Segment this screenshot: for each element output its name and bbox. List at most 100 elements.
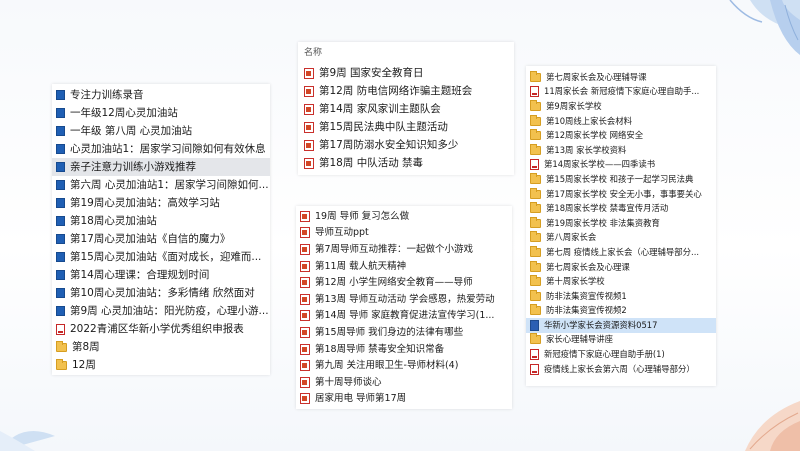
list-item-selected[interactable]: 华新小学家长会资源资料0517 <box>526 318 716 333</box>
item-label: 第14周心理课：合理规划时间 <box>70 268 210 281</box>
list-item[interactable]: 第18周心灵加油站 <box>52 212 270 230</box>
list-item[interactable]: 第7周导师互动推荐：一起做个小游戏 <box>296 241 512 258</box>
folder-icon <box>530 231 541 243</box>
item-label: 第七周 疫情线上家长会（心理辅导部分... <box>546 246 700 257</box>
list-item[interactable]: 防非法集资宣传视频1 <box>526 289 716 304</box>
item-label: 心灵加油站1：居家学习间隙如何有效休息 <box>70 142 266 155</box>
list-item[interactable]: 第10周心灵加油站：多彩情绪 欣然面对 <box>52 284 270 302</box>
folder-icon <box>530 99 541 111</box>
folder-icon <box>56 144 65 154</box>
list-item[interactable]: 第17周家长学校 安全无小事，事事要关心 <box>526 187 716 202</box>
word-file-icon <box>530 319 539 331</box>
item-label: 第8周 <box>72 340 100 353</box>
list-item[interactable]: 第12周 防电信网络诈骗主题班会 <box>298 82 514 100</box>
folder-icon <box>56 126 65 136</box>
item-label: 11周家长会 新冠疫情下家庭心理自助手... <box>544 86 700 97</box>
item-label: 防非法集资宣传视频1 <box>546 290 627 301</box>
list-item[interactable]: 第15周导师 我们身边的法律有哪些 <box>296 324 512 341</box>
list-item[interactable]: 第七周家长会及心理辅导课 <box>526 70 716 85</box>
list-item[interactable]: 第14周家长学校——四季读书 <box>526 158 716 173</box>
list-item[interactable]: 第八周家长会 <box>526 231 716 246</box>
list-item[interactable]: 第七周家长会及心理课 <box>526 260 716 275</box>
list-item[interactable]: 第12周 小学生网络安全教育——导师 <box>296 274 512 291</box>
pdf-file-icon <box>530 159 539 171</box>
ppt-file-icon <box>300 360 310 372</box>
list-item[interactable]: 第15周家长学校 和孩子一起学习民法典 <box>526 172 716 187</box>
ppt-file-icon <box>300 227 310 239</box>
list-item[interactable]: 第17周心灵加油站《自信的魔力》 <box>52 230 270 248</box>
leaf-decoration-bottom-left <box>0 431 55 451</box>
folder-icon <box>530 143 541 155</box>
list-item[interactable]: 新冠疫情下家庭心理自助手册(1) <box>526 347 716 362</box>
list-item[interactable]: 第8周 <box>52 338 270 356</box>
item-label: 第七周家长会及心理辅导课 <box>546 71 647 82</box>
folder-icon <box>530 114 541 126</box>
item-label: 专注力训练录音 <box>70 88 144 101</box>
list-item[interactable]: 第19周心灵加油站：高效学习站 <box>52 194 270 212</box>
list-item[interactable]: 第18周 中队活动 禁毒 <box>298 154 514 172</box>
list-item[interactable]: 居家用电 导师第17周 <box>296 391 512 408</box>
folder-icon <box>56 288 65 298</box>
folder-icon <box>530 333 541 345</box>
list-item[interactable]: 2022青浦区华新小学优秀组织申报表 <box>52 320 270 338</box>
list-item[interactable]: 第14周 家风家训主题队会 <box>298 100 514 118</box>
item-label: 第9周 国家安全教育日 <box>319 66 424 79</box>
list-item[interactable]: 第15周民法典中队主题活动 <box>298 118 514 136</box>
item-label: 华新小学家长会资源资料0517 <box>544 319 658 330</box>
list-item[interactable]: 第10周线上家长会材料 <box>526 114 716 129</box>
list-item[interactable]: 12周 <box>52 356 270 374</box>
list-item[interactable]: 第12周家长学校 网络安全 <box>526 128 716 143</box>
item-label: 第15周导师 我们身边的法律有哪些 <box>315 326 464 338</box>
ppt-file-icon <box>300 243 310 255</box>
list-item[interactable]: 第七周 疫情线上家长会（心理辅导部分... <box>526 245 716 260</box>
ppt-file-icon <box>300 326 310 338</box>
folder-icon <box>530 70 541 82</box>
pdf-file-icon <box>56 323 65 335</box>
list-item[interactable]: 第14周 导师 家庭教育促进法宣传学习(1... <box>296 308 512 325</box>
column-header-name[interactable]: 名称 <box>298 42 514 64</box>
list-item[interactable]: 专注力训练录音 <box>52 86 270 104</box>
list-item[interactable]: 防非法集资宣传视频2 <box>526 304 716 319</box>
list-item[interactable]: 第15周心灵加油站《面对成长，迎难而... <box>52 248 270 266</box>
list-item[interactable]: 第11周 载人航天精神 <box>296 258 512 275</box>
item-label: 第九周 关注用眼卫生-导师材料(4) <box>315 360 459 372</box>
item-label: 12周 <box>72 358 96 371</box>
file-list-middle-top: 名称 第9周 国家安全教育日 第12周 防电信网络诈骗主题班会 第14周 家风家… <box>298 42 514 175</box>
item-label: 居家用电 导师第17周 <box>315 393 407 405</box>
list-item[interactable]: 第13周 导师互动活动 学会感恩，热爱劳动 <box>296 291 512 308</box>
file-list-right: 第七周家长会及心理辅导课 11周家长会 新冠疫情下家庭心理自助手... 第9周家… <box>526 66 716 386</box>
list-item[interactable]: 19周 导师 复习怎么做 <box>296 208 512 225</box>
folder-icon <box>56 340 67 352</box>
folder-icon <box>56 180 65 190</box>
item-label: 19周 导师 复习怎么做 <box>315 210 410 222</box>
list-item[interactable]: 心灵加油站1：居家学习间隙如何有效休息 <box>52 140 270 158</box>
list-item[interactable]: 第18周家长学校 禁毒宣传月活动 <box>526 201 716 216</box>
list-item[interactable]: 第十周导师谈心 <box>296 374 512 391</box>
list-item[interactable]: 一年级 第八周 心灵加油站 <box>52 122 270 140</box>
item-label: 第18周导师 禁毒安全知识常备 <box>315 343 445 355</box>
list-item[interactable]: 第19周家长学校 非法集资教育 <box>526 216 716 231</box>
list-item[interactable]: 第17周防溺水安全知识知多少 <box>298 136 514 154</box>
list-item[interactable]: 一年级12周心灵加油站 <box>52 104 270 122</box>
folder-icon <box>56 90 65 100</box>
list-item[interactable]: 第9周家长学校 <box>526 99 716 114</box>
list-item[interactable]: 导师互动ppt <box>296 225 512 242</box>
list-item[interactable]: 第九周 关注用眼卫生-导师材料(4) <box>296 357 512 374</box>
list-item[interactable]: 11周家长会 新冠疫情下家庭心理自助手... <box>526 85 716 100</box>
list-item[interactable]: 第9周 国家安全教育日 <box>298 64 514 82</box>
list-item[interactable]: 第13周 家长学校资料 <box>526 143 716 158</box>
list-item[interactable]: 第十周家长学校 <box>526 274 716 289</box>
list-item[interactable]: 第18周导师 禁毒安全知识常备 <box>296 341 512 358</box>
list-item[interactable]: 第14周心理课：合理规划时间 <box>52 266 270 284</box>
list-item[interactable]: 第六周 心灵加油站1：居家学习间隙如何... <box>52 176 270 194</box>
item-label: 第12周 小学生网络安全教育——导师 <box>315 277 473 289</box>
ppt-file-icon <box>300 210 310 222</box>
list-item[interactable]: 疫情线上家长会第六周（心理辅导部分） <box>526 362 716 377</box>
list-item[interactable]: 家长心理辅导讲座 <box>526 333 716 348</box>
folder-icon <box>56 216 65 226</box>
folder-icon <box>530 202 541 214</box>
ppt-file-icon <box>300 310 310 322</box>
list-item[interactable]: 第9周 心灵加油站：阳光防疫，心理小游... <box>52 302 270 320</box>
item-label: 第18周家长学校 禁毒宣传月活动 <box>546 203 669 214</box>
list-item-selected[interactable]: 亲子注意力训练小游戏推荐 <box>52 158 270 176</box>
